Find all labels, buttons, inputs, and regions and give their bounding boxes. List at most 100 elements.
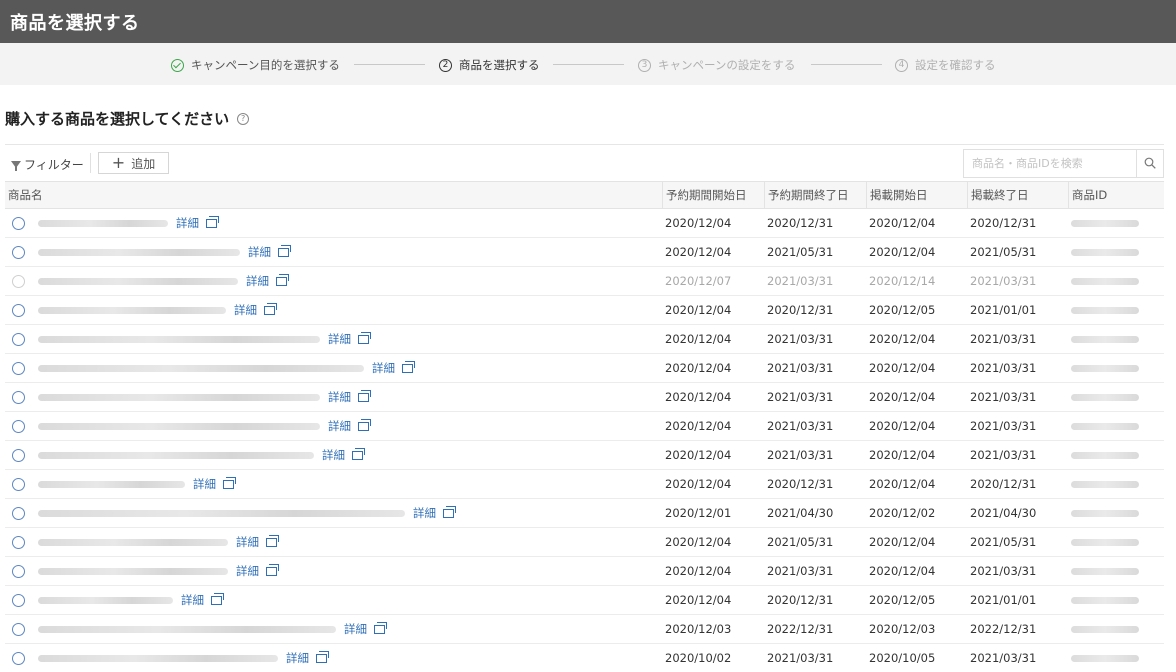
help-icon[interactable]: ? xyxy=(237,112,250,125)
product-id-redacted xyxy=(1071,394,1139,401)
table-row[interactable]: 詳細 2020/10/02 2021/03/31 2020/10/05 2021/03/… xyxy=(5,644,1164,672)
row-radio[interactable] xyxy=(12,623,25,636)
reserve-end-cell: 2021/05/31 xyxy=(767,535,834,549)
row-radio[interactable] xyxy=(12,275,25,288)
search-icon[interactable] xyxy=(1144,157,1156,169)
table-row[interactable]: 詳細 2020/12/04 2020/12/31 2020/12/04 2020/12/… xyxy=(5,209,1164,238)
row-radio[interactable] xyxy=(12,652,25,665)
detail-link[interactable]: 詳細 xyxy=(372,354,415,382)
detail-link[interactable]: 詳細 xyxy=(248,238,291,266)
publish-start-cell: 2020/12/04 xyxy=(869,332,936,346)
publish-start-cell: 2020/12/04 xyxy=(869,448,936,462)
row-radio[interactable] xyxy=(12,478,25,491)
table-row[interactable]: 詳細 2020/12/01 2021/04/30 2020/12/02 2021/04/… xyxy=(5,499,1164,528)
detail-link[interactable]: 詳細 xyxy=(236,557,279,585)
row-radio[interactable] xyxy=(12,594,25,607)
external-link-icon xyxy=(358,331,371,344)
reserve-end-cell: 2021/03/31 xyxy=(767,332,834,346)
step-4: 4 設定を確認する xyxy=(895,57,996,73)
table-row[interactable]: 詳細 2020/12/07 2021/03/31 2020/12/14 2021/03/… xyxy=(5,267,1164,296)
table-row[interactable]: 詳細 2020/12/04 2020/12/31 2020/12/04 2020/12/… xyxy=(5,470,1164,499)
row-radio[interactable] xyxy=(12,362,25,375)
row-radio[interactable] xyxy=(12,565,25,578)
detail-link[interactable]: 詳細 xyxy=(328,412,371,440)
detail-link[interactable]: 詳細 xyxy=(344,615,387,643)
publish-end-cell: 2021/03/31 xyxy=(970,332,1037,346)
publish-end-cell: 2021/03/31 xyxy=(970,419,1037,433)
publish-start-cell: 2020/12/04 xyxy=(869,419,936,433)
external-link-icon xyxy=(278,244,291,257)
row-radio[interactable] xyxy=(12,304,25,317)
detail-link[interactable]: 詳細 xyxy=(236,528,279,556)
table-row[interactable]: 詳細 2020/12/04 2021/05/31 2020/12/04 2021/05/… xyxy=(5,238,1164,267)
product-id-redacted xyxy=(1071,597,1139,604)
reserve-start-cell: 2020/12/04 xyxy=(665,332,732,346)
row-radio[interactable] xyxy=(12,420,25,433)
publish-start-cell: 2020/12/02 xyxy=(869,506,936,520)
reserve-end-cell: 2021/03/31 xyxy=(767,419,834,433)
publish-end-cell: 2021/05/31 xyxy=(970,535,1037,549)
publish-end-cell: 2022/12/31 xyxy=(970,622,1037,636)
add-button[interactable]: + 追加 xyxy=(98,152,169,174)
detail-link[interactable]: 詳細 xyxy=(246,267,289,295)
row-radio[interactable] xyxy=(12,217,25,230)
publish-start-cell: 2020/12/05 xyxy=(869,303,936,317)
row-radio[interactable] xyxy=(12,333,25,346)
row-radio[interactable] xyxy=(12,246,25,259)
reserve-start-cell: 2020/12/04 xyxy=(665,593,732,607)
external-link-icon xyxy=(374,621,387,634)
external-link-icon xyxy=(402,360,415,373)
col-product-id[interactable]: 商品ID xyxy=(1068,182,1107,209)
detail-link[interactable]: 詳細 xyxy=(286,644,329,672)
detail-link[interactable]: 詳細 xyxy=(328,325,371,353)
col-publish-start[interactable]: 掲載開始日 xyxy=(866,182,928,209)
filter-label: フィルター xyxy=(24,158,84,172)
reserve-end-cell: 2020/12/31 xyxy=(767,593,834,607)
row-radio[interactable] xyxy=(12,507,25,520)
publish-end-cell: 2021/03/31 xyxy=(970,564,1037,578)
search-divider xyxy=(1136,150,1137,177)
detail-link[interactable]: 詳細 xyxy=(234,296,277,324)
col-reserve-end[interactable]: 予約期間終了日 xyxy=(764,182,849,209)
col-product-name[interactable]: 商品名 xyxy=(5,182,43,209)
table-row[interactable]: 詳細 2020/12/04 2020/12/31 2020/12/05 2021/01/… xyxy=(5,586,1164,615)
table-row[interactable]: 詳細 2020/12/04 2021/03/31 2020/12/04 2021/03/… xyxy=(5,412,1164,441)
search-input[interactable] xyxy=(964,150,1136,177)
table-row[interactable]: 詳細 2020/12/04 2020/12/31 2020/12/05 2021/01/… xyxy=(5,296,1164,325)
detail-link[interactable]: 詳細 xyxy=(328,383,371,411)
table-header: 商品名 予約期間開始日 予約期間終了日 掲載開始日 掲載終了日 商品ID xyxy=(5,181,1164,209)
external-link-icon xyxy=(223,476,236,489)
publish-start-cell: 2020/10/05 xyxy=(869,651,936,665)
col-reserve-start[interactable]: 予約期間開始日 xyxy=(662,182,747,209)
detail-link[interactable]: 詳細 xyxy=(322,441,365,469)
reserve-end-cell: 2022/12/31 xyxy=(767,622,834,636)
product-name-redacted xyxy=(38,336,320,343)
detail-link[interactable]: 詳細 xyxy=(413,499,456,527)
filter-icon xyxy=(11,161,21,171)
row-radio[interactable] xyxy=(12,536,25,549)
plus-icon: + xyxy=(111,153,126,172)
reserve-start-cell: 2020/12/04 xyxy=(665,419,732,433)
detail-link[interactable]: 詳細 xyxy=(181,586,224,614)
table-row[interactable]: 詳細 2020/12/04 2021/03/31 2020/12/04 2021/03/… xyxy=(5,557,1164,586)
table-row[interactable]: 詳細 2020/12/04 2021/03/31 2020/12/04 2021/03/… xyxy=(5,325,1164,354)
product-id-redacted xyxy=(1071,568,1139,575)
detail-link[interactable]: 詳細 xyxy=(193,470,236,498)
table-row[interactable]: 詳細 2020/12/04 2021/03/31 2020/12/04 2021/03/… xyxy=(5,383,1164,412)
step-2-number: 2 xyxy=(439,58,452,72)
product-id-redacted xyxy=(1071,655,1139,662)
table-row[interactable]: 詳細 2020/12/03 2022/12/31 2020/12/03 2022/12/… xyxy=(5,615,1164,644)
reserve-start-cell: 2020/12/01 xyxy=(665,506,732,520)
table-row[interactable]: 詳細 2020/12/04 2021/03/31 2020/12/04 2021/03/… xyxy=(5,354,1164,383)
col-publish-end[interactable]: 掲載終了日 xyxy=(967,182,1029,209)
row-radio[interactable] xyxy=(12,391,25,404)
product-name-redacted xyxy=(38,568,228,575)
reserve-start-cell: 2020/12/04 xyxy=(665,245,732,259)
table-row[interactable]: 詳細 2020/12/04 2021/05/31 2020/12/04 2021/05/… xyxy=(5,528,1164,557)
product-table: 商品名 予約期間開始日 予約期間終了日 掲載開始日 掲載終了日 商品ID 詳細 2… xyxy=(5,181,1164,672)
detail-link[interactable]: 詳細 xyxy=(176,209,219,237)
table-row[interactable]: 詳細 2020/12/04 2021/03/31 2020/12/04 2021/03/… xyxy=(5,441,1164,470)
filter-button[interactable]: フィルター xyxy=(11,156,84,173)
row-radio[interactable] xyxy=(12,449,25,462)
reserve-start-cell: 2020/12/04 xyxy=(665,390,732,404)
